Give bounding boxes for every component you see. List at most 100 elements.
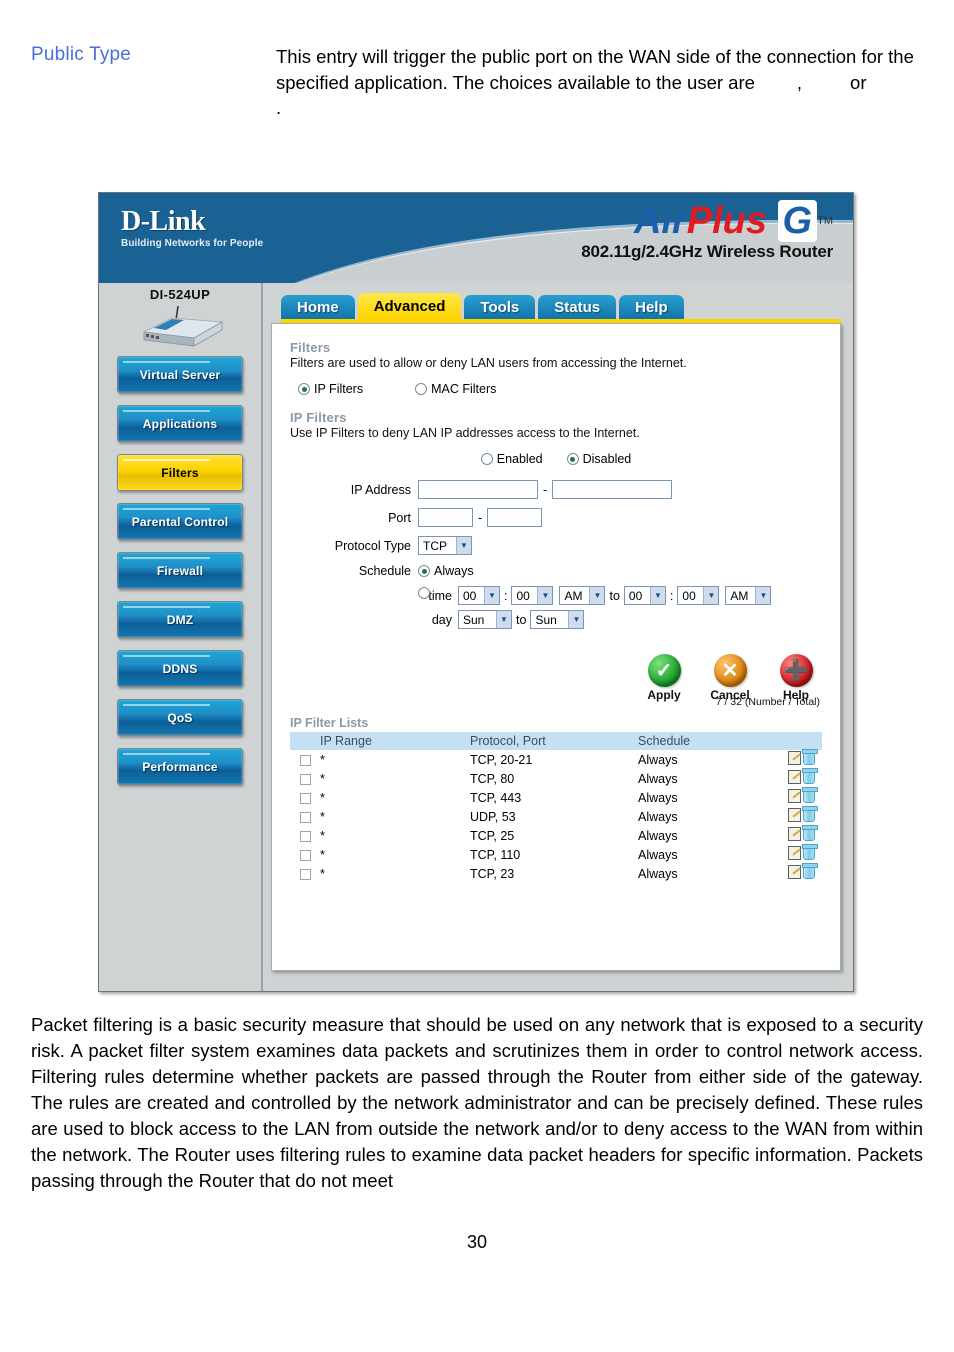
radio-schedule-custom-indicator[interactable] <box>418 587 430 599</box>
row-checkbox[interactable] <box>299 792 311 804</box>
chevron-down-icon[interactable]: ▼ <box>484 587 499 604</box>
chevron-down-icon[interactable]: ▼ <box>456 537 471 554</box>
column-header-protocol-port: Protocol, Port <box>470 732 638 750</box>
schedule-details: time 00 ▼ : 00 ▼ AM ▼ to 00 ▼: 00 ▼ AM … <box>426 586 822 629</box>
help-button[interactable]: ➕ Help <box>772 654 820 702</box>
table-row[interactable]: * TCP, 25 Always <box>290 825 822 845</box>
sidebar-item-applications[interactable]: Applications <box>117 405 243 442</box>
edit-icon[interactable] <box>788 846 801 860</box>
radio-ip-filters-indicator[interactable] <box>298 383 310 395</box>
row-checkbox-cell[interactable] <box>290 750 320 769</box>
time-from-meridiem-select[interactable]: AM ▼ <box>559 586 606 605</box>
sidebar-item-firewall[interactable]: Firewall <box>117 552 243 589</box>
table-row[interactable]: * TCP, 23 Always <box>290 863 822 883</box>
row-checkbox-cell[interactable] <box>290 769 320 788</box>
sidebar-item-parental-control[interactable]: Parental Control <box>117 503 243 540</box>
table-row[interactable]: * TCP, 80 Always <box>290 768 822 788</box>
chevron-down-icon[interactable]: ▼ <box>755 587 771 604</box>
sidebar-item-performance[interactable]: Performance <box>117 748 243 785</box>
delete-icon[interactable] <box>802 806 818 822</box>
row-checkbox[interactable] <box>299 849 311 861</box>
tab-help[interactable]: Help <box>619 295 684 319</box>
edit-icon[interactable] <box>788 808 801 822</box>
port-end-input[interactable] <box>487 508 543 527</box>
row-checkbox[interactable] <box>299 811 311 823</box>
filter-table-body: * TCP, 20-21 Always * TCP, 80 Always * T… <box>290 749 822 883</box>
delete-icon[interactable] <box>802 844 818 860</box>
chevron-down-icon[interactable]: ▼ <box>496 611 511 628</box>
delete-icon[interactable] <box>802 749 818 765</box>
row-checkbox[interactable] <box>299 773 311 785</box>
row-checkbox-cell[interactable] <box>290 864 320 883</box>
chevron-down-icon[interactable]: ▼ <box>537 587 553 604</box>
table-row[interactable]: * TCP, 20-21 Always <box>290 749 822 769</box>
chevron-down-icon[interactable]: ▼ <box>568 611 584 628</box>
apply-button[interactable]: ✓ Apply <box>640 654 688 702</box>
edit-icon[interactable] <box>788 751 801 765</box>
delete-icon[interactable] <box>802 863 818 879</box>
ip-address-end-input[interactable] <box>552 480 673 499</box>
sidebar-item-virtual-server[interactable]: Virtual Server <box>117 356 243 393</box>
row-ip-range: * <box>320 790 325 805</box>
tab-status[interactable]: Status <box>538 295 617 319</box>
table-row[interactable]: * UDP, 53 Always <box>290 806 822 826</box>
chevron-down-icon[interactable]: ▼ <box>589 587 605 604</box>
time-from-hour-value: 00 <box>463 588 477 603</box>
radio-ip-filters[interactable]: IP Filters <box>298 382 363 396</box>
radio-enabled[interactable]: Enabled <box>480 452 543 466</box>
sidebar-item-dmz[interactable]: DMZ <box>117 601 243 638</box>
radio-mac-filters[interactable]: MAC Filters <box>415 382 496 396</box>
time-to-hour-select[interactable]: 00 ▼ <box>623 586 666 605</box>
time-from-hour-select[interactable]: 00 ▼ <box>458 586 500 605</box>
edit-icon[interactable] <box>788 789 801 803</box>
delete-icon[interactable] <box>802 787 818 803</box>
delete-icon[interactable] <box>802 768 818 784</box>
chevron-down-icon[interactable]: ▼ <box>703 587 719 604</box>
radio-disabled[interactable]: Disabled <box>566 452 631 466</box>
row-actions <box>788 787 822 807</box>
radio-enabled-indicator[interactable] <box>480 453 493 465</box>
edit-icon[interactable] <box>788 770 801 784</box>
row-actions <box>788 844 822 864</box>
table-row[interactable]: * TCP, 110 Always <box>290 844 822 864</box>
radio-disabled-indicator[interactable] <box>566 453 579 465</box>
row-checkbox[interactable] <box>299 754 311 766</box>
row-checkbox-cell[interactable] <box>290 826 320 845</box>
tab-advanced[interactable]: Advanced <box>357 293 462 319</box>
sidebar-label-ddns: DDNS <box>162 661 198 676</box>
row-checkbox[interactable] <box>299 868 311 880</box>
sidebar-item-qos[interactable]: QoS <box>117 699 243 736</box>
tab-label-tools: Tools <box>480 298 520 316</box>
port-start-input[interactable] <box>418 508 473 527</box>
sidebar-item-filters[interactable]: Filters <box>117 454 243 491</box>
chevron-down-icon[interactable]: ▼ <box>649 587 665 604</box>
radio-schedule-always-indicator[interactable] <box>418 565 430 577</box>
edit-icon[interactable] <box>788 827 801 841</box>
sidebar-label-qos: QoS <box>167 710 193 725</box>
tab-tools[interactable]: Tools <box>464 295 536 319</box>
day-to-select[interactable]: Sun ▼ <box>530 610 585 629</box>
protocol-type-select[interactable]: TCP ▼ <box>418 536 472 555</box>
row-ip-range: * <box>320 866 325 881</box>
sidebar-label-firewall: Firewall <box>156 563 204 578</box>
edit-icon[interactable] <box>788 865 801 879</box>
time-to-meridiem-select[interactable]: AM ▼ <box>725 586 772 605</box>
table-row[interactable]: * TCP, 443 Always <box>290 787 822 807</box>
radio-mac-filters-indicator[interactable] <box>415 383 428 395</box>
tab-home[interactable]: Home <box>281 295 355 319</box>
row-schedule: Always <box>638 866 678 881</box>
ip-address-label: IP Address <box>350 482 411 497</box>
cancel-button[interactable]: ✕ Cancel <box>706 654 754 702</box>
row-checkbox[interactable] <box>299 830 311 842</box>
ip-address-start-input[interactable] <box>418 480 538 499</box>
time-to-minute-select[interactable]: 00 ▼ <box>677 586 720 605</box>
sidebar-item-ddns[interactable]: DDNS <box>117 650 243 687</box>
day-from-select[interactable]: Sun ▼ <box>458 610 512 629</box>
row-schedule: Always <box>638 771 678 786</box>
row-checkbox-cell[interactable] <box>290 845 320 864</box>
schedule-day-row: day Sun ▼ to Sun ▼ <box>426 610 822 629</box>
row-checkbox-cell[interactable] <box>290 788 320 807</box>
row-checkbox-cell[interactable] <box>290 807 320 826</box>
delete-icon[interactable] <box>802 825 818 841</box>
time-from-minute-select[interactable]: 00 ▼ <box>511 586 554 605</box>
